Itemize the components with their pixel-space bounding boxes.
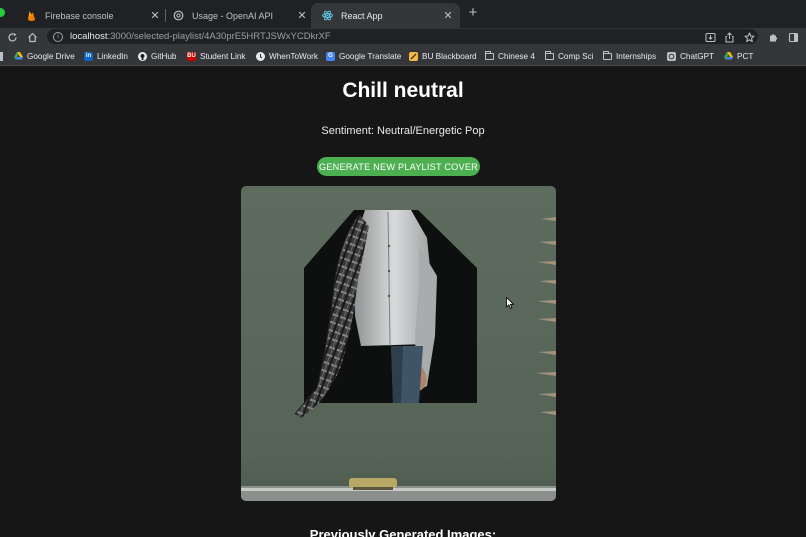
tab-close-icon[interactable]: ✕ xyxy=(441,9,455,23)
bookmark-label: ChatGPT xyxy=(680,51,715,61)
site-info-icon[interactable]: i xyxy=(53,31,63,42)
bookmark-folder-internships[interactable]: Internships xyxy=(603,50,656,62)
bookmark-label: Student Link xyxy=(200,51,246,61)
tab-strip: Firebase console ✕ Usage - OpenAI API ✕ … xyxy=(0,0,806,28)
bookmark-label: LinkedIn xyxy=(97,51,128,61)
linkedin-icon: in xyxy=(84,51,93,61)
bookmark-label: GitHub xyxy=(151,51,177,61)
sentiment-text: Sentiment: Neutral/Energetic Pop xyxy=(321,125,485,137)
bookmark-label: BU Blackboard xyxy=(422,51,477,61)
bookmark-github[interactable]: GitHub xyxy=(138,50,176,62)
google-translate-icon: G xyxy=(326,51,335,61)
folder-icon xyxy=(545,50,554,61)
new-tab-button[interactable]: + xyxy=(466,5,480,20)
tab-close-icon[interactable]: ✕ xyxy=(148,9,162,23)
install-app-icon[interactable] xyxy=(703,30,717,44)
bookmark-label: Google Drive xyxy=(27,51,75,61)
share-icon[interactable] xyxy=(722,30,736,44)
bookmark-google-drive[interactable]: Google Drive xyxy=(14,50,75,62)
github-icon xyxy=(138,51,147,61)
home-icon[interactable] xyxy=(25,30,39,44)
extensions-icon[interactable] xyxy=(766,30,780,44)
bookmark-label: Internships xyxy=(616,51,657,61)
reload-icon[interactable] xyxy=(5,30,19,44)
bookmark-student-link[interactable]: BU Student Link xyxy=(187,50,246,62)
bookmark-pct[interactable]: PCT xyxy=(724,50,753,62)
tab-openai-usage[interactable]: Usage - OpenAI API ✕ xyxy=(162,3,314,28)
google-drive-icon xyxy=(724,52,733,61)
address-bar[interactable]: i localhost:3000/selected-playlist/4A30p… xyxy=(47,29,758,44)
bookmark-label: Comp Sci xyxy=(558,51,594,61)
bookmark-google-translate[interactable]: G Google Translate xyxy=(326,50,401,62)
bookmark-whentowork[interactable]: WhenToWork xyxy=(256,50,318,62)
url-path: :3000/selected-playlist/4A30prE5HRTJSWxY… xyxy=(107,31,331,42)
tab-close-icon[interactable]: ✕ xyxy=(295,9,309,23)
blackboard-icon xyxy=(409,51,418,61)
bookmark-folder-chinese-4[interactable]: Chinese 4 xyxy=(485,50,535,62)
bookmark-folder-comp-sci[interactable]: Comp Sci xyxy=(545,50,594,62)
bookmark-label: PCT xyxy=(737,51,754,61)
previous-images-heading: Previously Generated Images: xyxy=(309,527,497,537)
openai-icon xyxy=(173,10,184,21)
folder-icon xyxy=(603,50,612,61)
bu-icon: BU xyxy=(187,51,196,61)
bookmark-bu-blackboard[interactable]: BU Blackboard xyxy=(409,50,477,62)
bookmark-label: Chinese 4 xyxy=(498,51,535,61)
bookmark-partial-icon xyxy=(0,51,3,61)
side-panel-icon[interactable] xyxy=(786,30,800,44)
tab-title: React App xyxy=(341,10,383,21)
generate-cover-button[interactable]: GENERATE NEW PLAYLIST COVER xyxy=(317,157,480,176)
bookmark-partial[interactable] xyxy=(0,50,3,62)
url-host: localhost xyxy=(70,31,108,42)
tab-react-app[interactable]: React App ✕ xyxy=(311,3,460,28)
mouse-cursor-icon xyxy=(506,296,515,309)
page-content: Chill neutral Sentiment: Neutral/Energet… xyxy=(0,67,806,537)
bookmarks-bar: Google Drive in LinkedIn GitHub BU Stude… xyxy=(0,46,806,66)
bookmark-linkedin[interactable]: in LinkedIn xyxy=(84,50,128,62)
tab-title: Firebase console xyxy=(45,10,114,21)
google-drive-icon xyxy=(14,52,23,61)
playlist-title: Chill neutral xyxy=(342,79,464,102)
whentowork-icon xyxy=(256,51,265,61)
bookmark-label: Google Translate xyxy=(339,51,402,61)
bookmark-label: WhenToWork xyxy=(269,51,318,61)
firebase-icon xyxy=(26,10,37,21)
chatgpt-icon xyxy=(667,51,676,61)
playlist-cover-image xyxy=(241,186,556,501)
bookmark-star-icon[interactable] xyxy=(742,30,756,44)
react-icon xyxy=(322,10,333,21)
bookmark-chatgpt[interactable]: ChatGPT xyxy=(667,50,714,62)
folder-icon xyxy=(485,50,494,61)
window-maximize-button[interactable] xyxy=(0,8,5,17)
tab-title: Usage - OpenAI API xyxy=(192,10,274,21)
tab-firebase-console[interactable]: Firebase console ✕ xyxy=(15,3,167,28)
